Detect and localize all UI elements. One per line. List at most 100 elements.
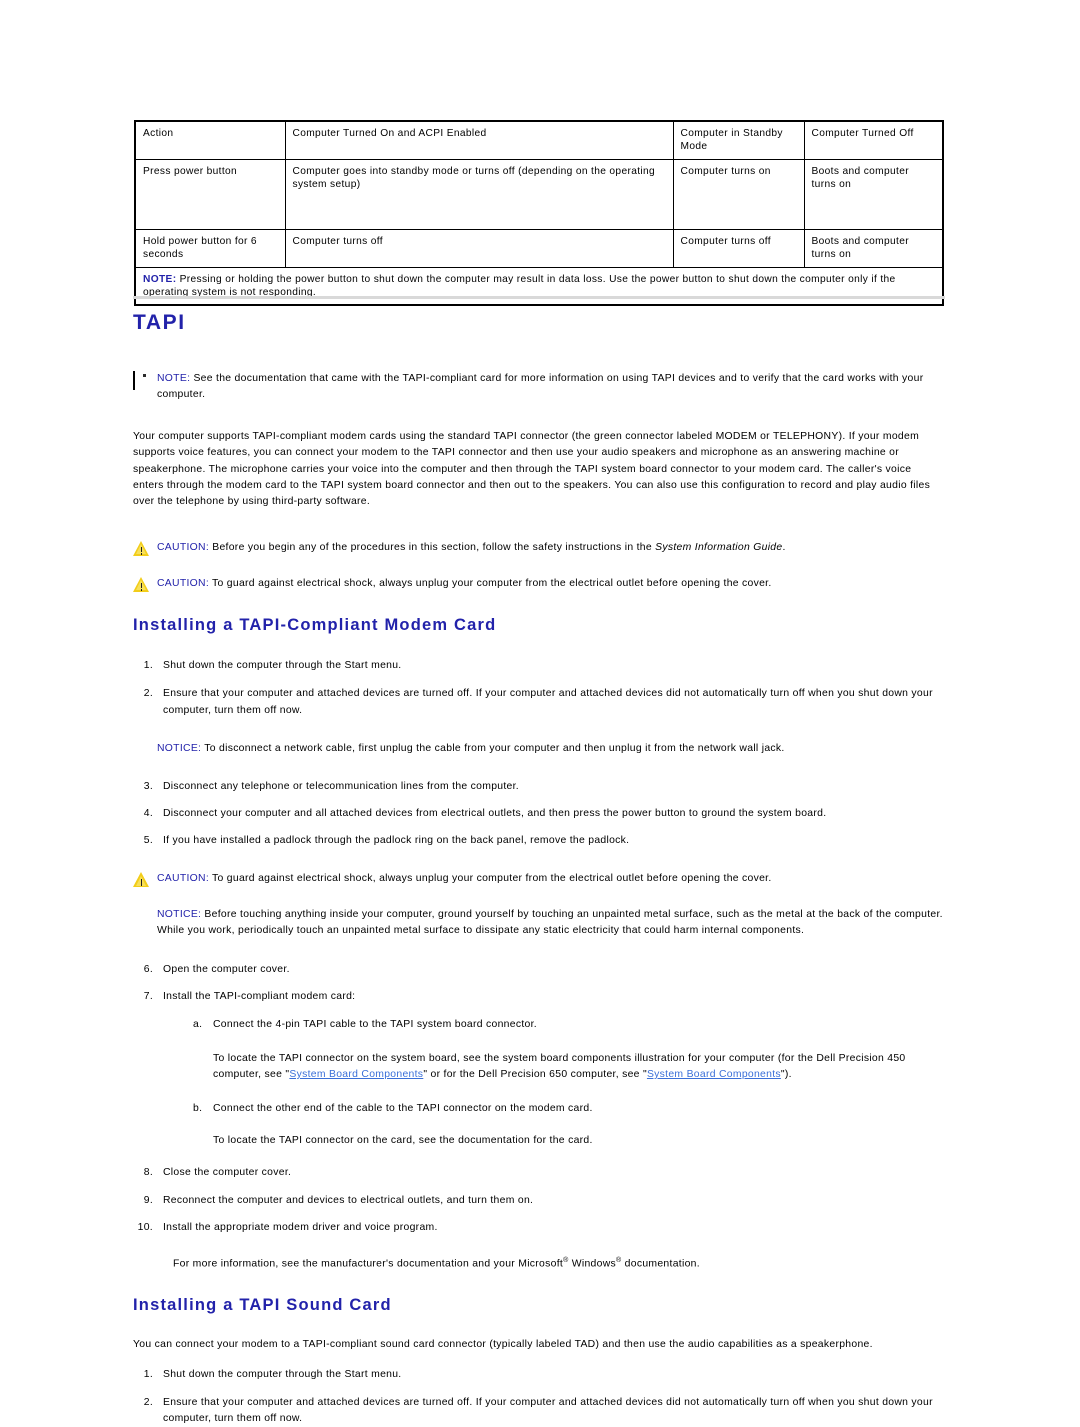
modem-steps-6-7: 6. Open the computer cover. 7. Install t… bbox=[133, 962, 945, 1033]
caution-1-text: CAUTION: Before you begin any of the pro… bbox=[157, 540, 945, 556]
step-text: Ensure that your computer and attached d… bbox=[163, 688, 933, 716]
table-row: Hold power button for 6 seconds Computer… bbox=[134, 229, 944, 268]
list-item: 1. Shut down the computer through the St… bbox=[133, 658, 945, 674]
section-divider bbox=[133, 296, 945, 299]
note-icon bbox=[133, 371, 150, 390]
note-label: NOTE: bbox=[143, 274, 177, 285]
note-admonition: NOTE: See the documentation that came wi… bbox=[133, 371, 945, 403]
notice-label: NOTICE: bbox=[157, 742, 202, 754]
step-number: 5. bbox=[143, 835, 153, 847]
list-item: 10. Install the appropriate modem driver… bbox=[133, 1220, 945, 1236]
step-number: 7. bbox=[143, 990, 153, 1002]
more-info-part1: For more information, see the manufactur… bbox=[173, 1258, 564, 1270]
modem-steps-1-2: 1. Shut down the computer through the St… bbox=[133, 658, 945, 718]
notice-icon bbox=[133, 908, 150, 923]
step-text: Shut down the computer through the Start… bbox=[163, 660, 402, 672]
caution-2-body: To guard against electrical shock, alway… bbox=[209, 578, 772, 589]
sound-card-intro: You can connect your modem to a TAPI-com… bbox=[133, 1338, 873, 1350]
cell-standby: Computer turns on bbox=[672, 159, 805, 230]
substep-letter: a. bbox=[193, 1018, 203, 1030]
notice-label: NOTICE: bbox=[157, 909, 202, 921]
step-text: Install the appropriate modem driver and… bbox=[163, 1221, 438, 1233]
table-note-cell: NOTE: Pressing or holding the power butt… bbox=[134, 266, 944, 306]
table-header-row: Action Computer Turned On and ACPI Enabl… bbox=[134, 120, 944, 160]
notice-admonition-1: NOTICE: To disconnect a network cable, f… bbox=[133, 741, 945, 757]
step-text: If you have installed a padlock through … bbox=[163, 835, 630, 847]
caution-2-text: CAUTION: To guard against electrical sho… bbox=[157, 576, 945, 592]
caution-3-text: CAUTION: To guard against electrical sho… bbox=[157, 871, 945, 887]
caution-1-italic-title: System Information Guide bbox=[655, 541, 783, 553]
modem-step-7b: b. Connect the other end of the cable to… bbox=[133, 1101, 945, 1117]
caution-admonition-1: CAUTION: Before you begin any of the pro… bbox=[133, 540, 945, 556]
cell-standby: Computer turns off bbox=[672, 229, 805, 268]
notice-2-body: Before touching anything inside your com… bbox=[157, 909, 943, 937]
step-text: Reconnect the computer and devices to el… bbox=[163, 1194, 534, 1206]
cell-off: Boots and computer turns on bbox=[803, 159, 944, 230]
modem-steps-3-5: 3. Disconnect any telephone or telecommu… bbox=[133, 779, 945, 849]
step-text: Disconnect your computer and all attache… bbox=[163, 807, 827, 819]
page-title: TAPI bbox=[133, 311, 186, 334]
table-header-off: Computer Turned Off bbox=[803, 120, 944, 160]
step-number: 2. bbox=[143, 688, 153, 700]
caution-admonition-2: CAUTION: To guard against electrical sho… bbox=[133, 576, 945, 592]
step-number: 6. bbox=[143, 963, 153, 975]
document-page: Action Computer Turned On and ACPI Enabl… bbox=[0, 0, 1080, 1424]
more-info-part3: documentation. bbox=[621, 1258, 700, 1270]
notice-icon bbox=[133, 742, 150, 757]
section-heading-sound-card: Installing a TAPI Sound Card bbox=[133, 1296, 392, 1315]
list-item: b. Connect the other end of the cable to… bbox=[133, 1101, 945, 1117]
link-system-board-components-650[interactable]: System Board Components bbox=[647, 1069, 781, 1080]
step-number: 3. bbox=[143, 780, 153, 792]
step-number: 4. bbox=[143, 807, 153, 819]
note-text: Pressing or holding the power button to … bbox=[143, 274, 896, 299]
step-number: 10. bbox=[137, 1221, 153, 1233]
step-number: 1. bbox=[143, 1368, 153, 1380]
modem-steps-8-10: 8. Close the computer cover. 9. Reconnec… bbox=[133, 1165, 945, 1235]
step-number: 8. bbox=[143, 1167, 153, 1179]
table-header-standby: Computer in Standby Mode bbox=[672, 120, 805, 160]
step-text: Open the computer cover. bbox=[163, 963, 290, 975]
caution-icon bbox=[133, 872, 150, 888]
list-item: 1. Shut down the computer through the St… bbox=[133, 1367, 945, 1383]
main-content: TAPI NOTE: See the documentation that ca… bbox=[133, 312, 945, 1427]
step-text: Shut down the computer through the Start… bbox=[163, 1368, 402, 1380]
power-button-table: Action Computer Turned On and ACPI Enabl… bbox=[134, 120, 944, 306]
table-row: Press power button Computer goes into st… bbox=[134, 159, 944, 230]
more-info-part2: Windows bbox=[568, 1258, 617, 1270]
caution-1-after: . bbox=[782, 541, 786, 553]
cell-action: Press power button bbox=[134, 159, 286, 230]
substep-text: Connect the 4-pin TAPI cable to the TAPI… bbox=[213, 1018, 537, 1030]
notice-2-text: NOTICE: Before touching anything inside … bbox=[157, 907, 945, 939]
notice-1-body: To disconnect a network cable, first unp… bbox=[201, 742, 785, 754]
more-information-paragraph: For more information, see the manufactur… bbox=[133, 1256, 945, 1273]
list-item: 6. Open the computer cover. bbox=[133, 962, 945, 978]
step-7a-part2: " or for the Dell Precision 650 computer… bbox=[423, 1069, 647, 1081]
note-body: See the documentation that came with the… bbox=[157, 373, 924, 401]
step-number: 2. bbox=[143, 1396, 153, 1408]
cell-off: Boots and computer turns on bbox=[803, 229, 944, 268]
caution-1-before: Before you begin any of the procedures i… bbox=[209, 541, 656, 553]
substep-letter: b. bbox=[193, 1103, 203, 1115]
step-number: 9. bbox=[143, 1194, 153, 1206]
link-system-board-components-450[interactable]: System Board Components bbox=[289, 1069, 423, 1080]
power-button-table-container: Action Computer Turned On and ACPI Enabl… bbox=[134, 120, 944, 306]
step-text: Disconnect any telephone or telecommunic… bbox=[163, 780, 519, 792]
step-number: 1. bbox=[143, 660, 153, 672]
list-item: 8. Close the computer cover. bbox=[133, 1165, 945, 1181]
note-label: NOTE: bbox=[157, 373, 191, 384]
caution-3-body: To guard against electrical shock, alway… bbox=[209, 873, 772, 885]
tapi-intro-paragraph: Your computer supports TAPI-compliant mo… bbox=[133, 431, 931, 507]
table-header-on-acpi: Computer Turned On and ACPI Enabled bbox=[284, 120, 674, 160]
list-item: 2. Ensure that your computer and attache… bbox=[133, 686, 945, 718]
list-item: 7. Install the TAPI-compliant modem card… bbox=[133, 989, 945, 1005]
table-note-row: NOTE: Pressing or holding the power butt… bbox=[134, 266, 944, 306]
caution-label: CAUTION: bbox=[157, 541, 210, 553]
caution-label: CAUTION: bbox=[157, 873, 210, 885]
list-item: 5. If you have installed a padlock throu… bbox=[133, 833, 945, 849]
list-item: 9. Reconnect the computer and devices to… bbox=[133, 1193, 945, 1209]
list-item: 4. Disconnect your computer and all atta… bbox=[133, 806, 945, 822]
cell-on-acpi: Computer goes into standby mode or turns… bbox=[284, 159, 674, 230]
notice-1-text: NOTICE: To disconnect a network cable, f… bbox=[157, 741, 945, 757]
caution-icon bbox=[133, 540, 150, 556]
step-text: Ensure that your computer and attached d… bbox=[163, 1396, 933, 1424]
